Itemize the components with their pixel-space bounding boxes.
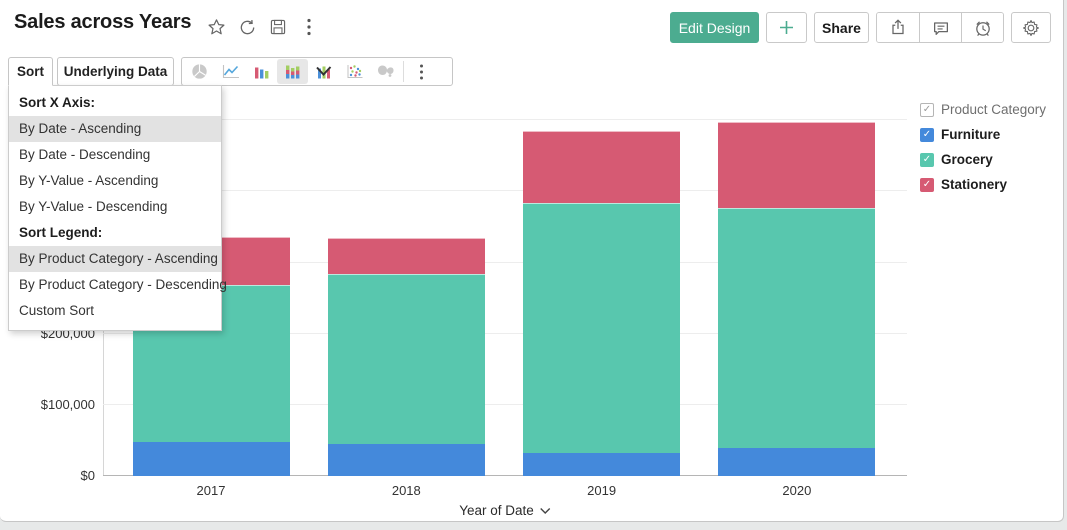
legend-label-grocery: Grocery: [941, 152, 993, 167]
header: Sales across Years Edit Design Share: [0, 0, 1063, 57]
refresh-icon[interactable]: [237, 17, 257, 37]
bar-2018-grocery[interactable]: [327, 273, 485, 444]
sort-menu-header-sort-x-axis: Sort X Axis:: [19, 95, 96, 110]
add-button[interactable]: [766, 12, 807, 43]
page-title: Sales across Years: [14, 11, 192, 33]
map-chart-icon[interactable]: [370, 59, 401, 84]
chart-type-switcher: [181, 57, 453, 86]
bar-2017-furniture[interactable]: [132, 441, 290, 476]
gear-icon: [1021, 18, 1041, 38]
star-icon[interactable]: [206, 17, 226, 37]
share-button[interactable]: Share: [814, 12, 869, 43]
legend-item-grocery[interactable]: ✓ Grocery: [920, 152, 1046, 167]
y-axis-tick-label: $100,000: [40, 396, 95, 412]
bar-2018-furniture[interactable]: [327, 444, 485, 476]
edit-design-button[interactable]: Edit Design: [670, 12, 759, 43]
legend-label-stationery: Stationery: [941, 177, 1008, 192]
x-axis-label-2020: 2020: [782, 483, 812, 498]
sort-menu-header-sort-legend: Sort Legend:: [19, 225, 103, 240]
legend-checkbox-furniture[interactable]: ✓: [920, 127, 934, 142]
gridline: [103, 119, 907, 121]
x-axis-label-2018: 2018: [391, 483, 421, 498]
bar-2018-stationery[interactable]: [327, 237, 485, 274]
legend-label-furniture: Furniture: [941, 127, 1001, 142]
x-axis-title-label: Year of Date: [459, 503, 534, 518]
toolbar-divider: [403, 61, 404, 82]
bar-2019-grocery[interactable]: [523, 202, 681, 453]
comment-icon[interactable]: [919, 13, 961, 42]
header-actions: Edit Design Share: [670, 12, 1051, 43]
bar-2019-furniture[interactable]: [523, 452, 681, 476]
legend-title: Product Category: [941, 102, 1047, 117]
combo-chart-icon[interactable]: [308, 59, 339, 84]
header-icon-button-group: [876, 12, 1004, 43]
sort-menu-item-by-date-descending[interactable]: By Date - Descending: [9, 142, 221, 168]
save-icon[interactable]: [268, 17, 288, 37]
x-axis-label-2019: 2019: [587, 483, 617, 498]
sort-menu: Sort X Axis: By Date - Ascending By Date -…: [8, 85, 227, 331]
bar-chart-icon[interactable]: [246, 59, 277, 84]
bar-2020-stationery[interactable]: [718, 121, 876, 208]
legend-item-furniture[interactable]: ✓ Furniture: [920, 127, 1046, 142]
legend-title-row[interactable]: ✓ Product Category: [920, 102, 1046, 117]
bar-2020-furniture[interactable]: [718, 447, 876, 476]
underlying-data-button[interactable]: Underlying Data: [57, 57, 174, 86]
sort-menu-item-by-y-value-ascending[interactable]: By Y-Value - Ascending: [9, 168, 221, 194]
sort-menu-item-by-date-ascending[interactable]: By Date - Ascending: [9, 116, 221, 142]
settings-button[interactable]: [1011, 12, 1051, 43]
scatter-chart-icon[interactable]: [339, 59, 370, 84]
chevron-down-icon: [539, 507, 551, 515]
report-card: Sales across Years Edit Design Share Sor…: [0, 0, 1064, 522]
bar-2020-grocery[interactable]: [718, 207, 876, 448]
title-action-icons: [206, 17, 319, 37]
sort-menu-item-by-product-category-descending[interactable]: By Product Category - Descending: [9, 272, 227, 298]
sort-button[interactable]: Sort: [8, 57, 53, 86]
stacked-bar-chart-icon[interactable]: [277, 59, 308, 84]
x-axis-label-2017: 2017: [196, 483, 226, 498]
legend-checkbox-grocery[interactable]: ✓: [920, 152, 934, 167]
alarm-icon[interactable]: [961, 13, 1003, 42]
sort-menu-item-by-product-category-ascending[interactable]: By Product Category - Ascending: [9, 246, 221, 272]
y-axis-tick-label: $0: [80, 468, 95, 483]
more-icon[interactable]: [406, 59, 437, 84]
sort-menu-item-custom-sort[interactable]: Custom Sort: [9, 298, 221, 324]
legend-title-checkbox[interactable]: ✓: [920, 102, 934, 117]
export-icon[interactable]: [877, 13, 919, 42]
kebab-icon[interactable]: [299, 17, 319, 37]
pie-chart-icon[interactable]: [184, 59, 215, 84]
bar-2019-stationery[interactable]: [523, 130, 681, 203]
plus-icon: [778, 19, 795, 36]
legend-item-stationery[interactable]: ✓ Stationery: [920, 177, 1046, 192]
x-axis-title[interactable]: Year of Date: [459, 503, 551, 518]
legend: ✓ Product Category ✓ Furniture ✓ Grocery ✓ Stat…: [920, 102, 1046, 202]
sort-menu-item-by-y-value-descending[interactable]: By Y-Value - Descending: [9, 194, 221, 220]
legend-checkbox-stationery[interactable]: ✓: [920, 177, 934, 192]
chart-toolbar: Sort Underlying Data: [0, 57, 1063, 87]
line-chart-icon[interactable]: [215, 59, 246, 84]
